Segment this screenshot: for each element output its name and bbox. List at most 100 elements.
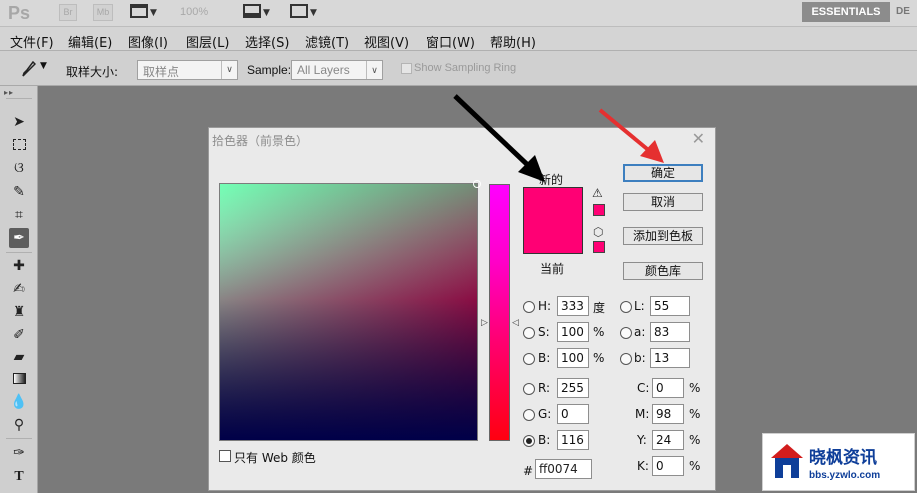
lightness-radio[interactable] bbox=[620, 301, 632, 313]
divider bbox=[6, 438, 32, 439]
cyan-field[interactable]: 0 bbox=[652, 378, 684, 398]
lasso-icon[interactable]: ଓ bbox=[9, 158, 29, 178]
eyedropper-preset-icon[interactable] bbox=[22, 61, 36, 77]
a-channel-field[interactable]: 83 bbox=[650, 322, 690, 342]
preset-dropdown-arrow[interactable]: ▼ bbox=[40, 61, 47, 71]
panel-collapse-grip[interactable]: ▸▸ bbox=[4, 88, 14, 97]
menu-view[interactable]: 视图(V) bbox=[364, 32, 409, 51]
menu-edit[interactable]: 编辑(E) bbox=[68, 32, 112, 51]
spot-heal-icon[interactable]: ✚ bbox=[9, 256, 29, 276]
hue-radio[interactable] bbox=[523, 301, 535, 313]
b-channel-field[interactable]: 13 bbox=[650, 348, 690, 368]
saturation-field[interactable]: 100 bbox=[557, 322, 589, 342]
arrange-documents-dropdown[interactable]: ▼ bbox=[243, 4, 270, 22]
hue-slider-left-arrow-icon[interactable]: ▷ bbox=[481, 318, 488, 328]
menu-file[interactable]: 文件(F) bbox=[10, 32, 54, 51]
red-radio[interactable] bbox=[523, 383, 535, 395]
dodge-icon[interactable]: ⚲ bbox=[9, 415, 29, 435]
new-color-label: 新的 bbox=[539, 173, 564, 187]
menu-filter[interactable]: 滤镜(T) bbox=[305, 32, 349, 51]
ok-button[interactable]: 确定 bbox=[623, 164, 703, 182]
photoshop-logo: Ps bbox=[8, 3, 31, 23]
hue-slider[interactable] bbox=[489, 184, 510, 441]
green-radio[interactable] bbox=[523, 409, 535, 421]
arrange-documents-icon bbox=[243, 4, 261, 18]
out-of-gamut-warning-icon[interactable]: ⚠ bbox=[592, 187, 606, 200]
b-channel-label: b: bbox=[634, 351, 646, 365]
menu-image[interactable]: 图像(I) bbox=[128, 32, 168, 51]
magenta-unit: % bbox=[689, 407, 701, 421]
divider bbox=[6, 252, 32, 253]
zoom-level[interactable]: 100% bbox=[180, 6, 208, 18]
screen-mode-dropdown[interactable]: ▼ bbox=[290, 4, 317, 22]
blue-radio[interactable] bbox=[523, 435, 535, 447]
marquee-icon[interactable] bbox=[9, 136, 29, 156]
saturation-radio[interactable] bbox=[523, 327, 535, 339]
b-channel-radio[interactable] bbox=[620, 353, 632, 365]
type-icon[interactable]: T bbox=[9, 467, 29, 487]
color-field[interactable] bbox=[219, 180, 481, 441]
only-web-colors-checkbox[interactable] bbox=[219, 450, 231, 462]
application-bar: Ps Br Mb ▼ 100% ▼ ▼ ESSENTIALS DE bbox=[0, 0, 917, 27]
gradient-icon[interactable] bbox=[9, 370, 29, 390]
a-channel-radio[interactable] bbox=[620, 327, 632, 339]
clone-stamp-icon[interactable]: ♜ bbox=[9, 302, 29, 322]
hue-field[interactable]: 333 bbox=[557, 296, 589, 316]
screen-mode-icon bbox=[290, 4, 308, 18]
brush-icon[interactable]: ✍ bbox=[9, 279, 29, 299]
workspace-design-button[interactable]: DE bbox=[896, 6, 910, 17]
hue-label: H: bbox=[538, 299, 552, 313]
hex-field[interactable]: ff0074 bbox=[535, 459, 592, 479]
eraser-icon[interactable]: ▰ bbox=[9, 347, 29, 367]
only-web-colors-label: 只有 Web 颜色 bbox=[234, 451, 316, 465]
workspace-essentials-button[interactable]: ESSENTIALS bbox=[802, 2, 890, 22]
crop-icon[interactable]: ⌗ bbox=[9, 205, 29, 225]
web-safe-swatch[interactable] bbox=[593, 241, 605, 253]
lightness-field[interactable]: 55 bbox=[650, 296, 690, 316]
move-icon[interactable]: ➤ bbox=[9, 112, 29, 132]
color-libraries-button[interactable]: 颜色库 bbox=[623, 262, 703, 280]
hue-slider-right-arrow-icon[interactable]: ◁ bbox=[512, 318, 519, 328]
view-extras-icon bbox=[130, 4, 148, 18]
show-sampling-ring-checkbox[interactable] bbox=[401, 63, 412, 74]
view-extras-dropdown[interactable]: ▼ bbox=[130, 4, 157, 22]
bridge-button[interactable]: Br bbox=[59, 4, 77, 21]
new-current-color-swatch[interactable] bbox=[523, 187, 583, 254]
menu-help[interactable]: 帮助(H) bbox=[490, 32, 536, 51]
blur-icon[interactable]: 💧 bbox=[9, 392, 29, 412]
options-bar: ▼ 取样大小: 取样点 ∨ Sample: All Layers ∨ Show … bbox=[0, 51, 917, 86]
brightness-radio[interactable] bbox=[523, 353, 535, 365]
cyan-label: C: bbox=[637, 381, 650, 395]
menu-bar: 文件(F) 编辑(E) 图像(I) 图层(L) 选择(S) 滤镜(T) 视图(V… bbox=[0, 27, 917, 51]
house-logo-icon bbox=[771, 444, 803, 478]
watermark-url: bbs.yzwlo.com bbox=[809, 470, 881, 481]
black-field[interactable]: 0 bbox=[652, 456, 684, 476]
menu-select[interactable]: 选择(S) bbox=[245, 32, 289, 51]
red-field[interactable]: 255 bbox=[557, 378, 589, 398]
pen-icon[interactable]: ✑ bbox=[9, 443, 29, 463]
black-label: K: bbox=[637, 459, 649, 473]
web-safe-cube-icon[interactable]: ⬡ bbox=[593, 225, 603, 239]
magenta-field[interactable]: 98 bbox=[652, 404, 684, 424]
dialog-title: 拾色器（前景色） bbox=[212, 134, 309, 148]
chevron-down-icon: ∨ bbox=[366, 61, 382, 79]
green-field[interactable]: 0 bbox=[557, 404, 589, 424]
cancel-button[interactable]: 取消 bbox=[623, 193, 703, 211]
mini-bridge-button[interactable]: Mb bbox=[93, 4, 113, 21]
eyedropper-icon[interactable]: ✒ bbox=[9, 228, 29, 248]
add-to-swatches-button[interactable]: 添加到色板 bbox=[623, 227, 703, 245]
menu-window[interactable]: 窗口(W) bbox=[426, 32, 475, 51]
color-field-pointer[interactable] bbox=[473, 180, 481, 188]
sample-size-label: 取样大小: bbox=[66, 65, 119, 79]
menu-layer[interactable]: 图层(L) bbox=[186, 32, 229, 51]
sample-layers-select[interactable]: All Layers ∨ bbox=[291, 60, 383, 80]
brightness-field[interactable]: 100 bbox=[557, 348, 589, 368]
close-icon[interactable]: ✕ bbox=[692, 129, 705, 148]
quick-select-icon[interactable]: ✎ bbox=[9, 182, 29, 202]
gamut-correction-swatch[interactable] bbox=[593, 204, 605, 216]
sample-size-select[interactable]: 取样点 ∨ bbox=[137, 60, 238, 80]
history-brush-icon[interactable]: ✐ bbox=[9, 325, 29, 345]
yellow-field[interactable]: 24 bbox=[652, 430, 684, 450]
blue-label: B: bbox=[538, 433, 551, 447]
blue-field[interactable]: 116 bbox=[557, 430, 589, 450]
